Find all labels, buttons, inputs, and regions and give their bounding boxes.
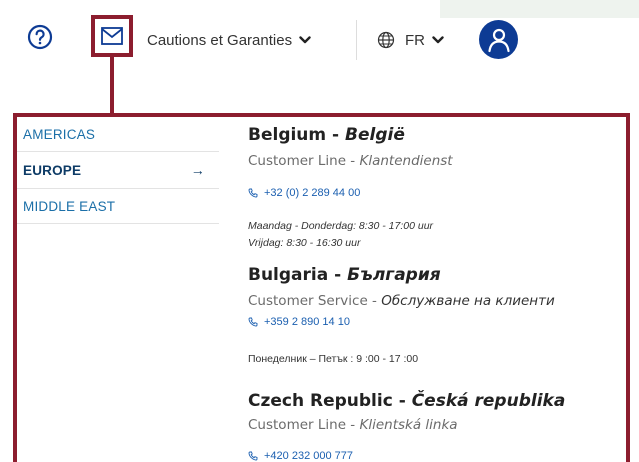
opening-hours: Vrijdag: 8:30 - 16:30 uur bbox=[248, 237, 361, 249]
highlight-connector bbox=[110, 57, 114, 114]
header-divider bbox=[356, 20, 357, 60]
cautions-label: Cautions et Garanties bbox=[147, 31, 293, 49]
envelope-icon[interactable] bbox=[101, 27, 123, 45]
customer-line: Customer Line - Klientská linka bbox=[248, 417, 458, 433]
phone-number: +32 (0) 2 289 44 00 bbox=[264, 187, 361, 199]
language-selector[interactable]: FR bbox=[377, 29, 444, 51]
region-item-americas[interactable]: AMERICAS bbox=[17, 117, 219, 152]
arrow-right-icon: → bbox=[190, 162, 205, 178]
user-icon bbox=[487, 28, 510, 52]
phone-icon bbox=[248, 317, 258, 327]
chevron-down-icon bbox=[299, 36, 311, 44]
header: Cautions et Garanties FR bbox=[0, 0, 639, 80]
region-item-middle-east[interactable]: MIDDLE EAST bbox=[17, 189, 219, 224]
opening-hours: Понеделник – Петък : 9 :00 - 17 :00 bbox=[248, 353, 419, 365]
question-circle-icon[interactable] bbox=[27, 24, 53, 50]
cautions-dropdown[interactable]: Cautions et Garanties bbox=[147, 29, 311, 51]
region-list: AMERICAS EUROPE → MIDDLE EAST bbox=[17, 117, 219, 224]
region-label: AMERICAS bbox=[23, 126, 96, 142]
phone-icon bbox=[248, 451, 258, 461]
opening-hours: Maandag - Donderdag: 8:30 - 17:00 uur bbox=[248, 220, 434, 232]
mail-highlight-box[interactable] bbox=[91, 15, 133, 57]
phone-link[interactable]: +32 (0) 2 289 44 00 bbox=[248, 187, 360, 199]
language-label: FR bbox=[405, 31, 425, 49]
phone-number: +420 232 000 777 bbox=[264, 450, 354, 462]
phone-icon bbox=[248, 188, 258, 198]
chevron-down-icon bbox=[432, 36, 444, 44]
user-account-button[interactable] bbox=[479, 20, 518, 59]
customer-line: Customer Line - Klantendienst bbox=[248, 153, 453, 169]
region-item-europe[interactable]: EUROPE → bbox=[17, 152, 219, 189]
region-label: MIDDLE EAST bbox=[23, 198, 116, 214]
country-title: Bulgaria - България bbox=[248, 265, 441, 285]
country-title: Belgium - België bbox=[248, 125, 405, 145]
phone-link[interactable]: +420 232 000 777 bbox=[248, 450, 353, 462]
phone-link[interactable]: +359 2 890 14 10 bbox=[248, 316, 350, 328]
phone-number: +359 2 890 14 10 bbox=[264, 316, 350, 328]
country-title: Czech Republic - Česká republika bbox=[248, 391, 566, 411]
region-label: EUROPE bbox=[23, 162, 82, 178]
customer-line: Customer Service - Обслужване на клиенти bbox=[248, 293, 555, 309]
globe-icon bbox=[377, 31, 395, 49]
